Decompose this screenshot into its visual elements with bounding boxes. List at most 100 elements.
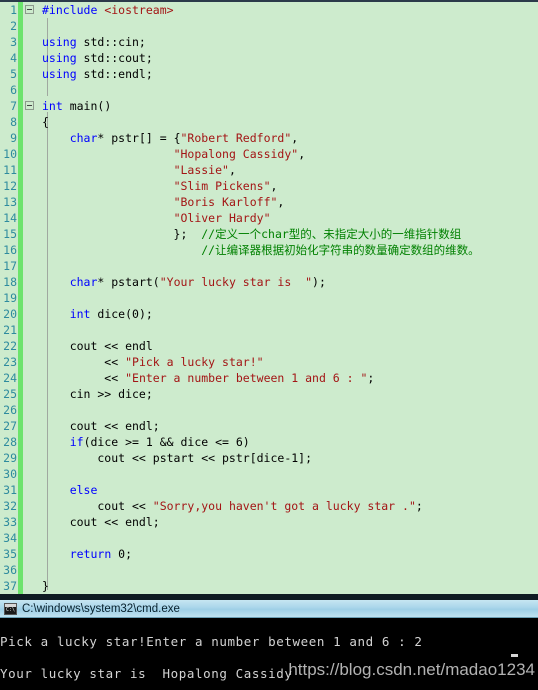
code-text: << "Enter a number between 1 and 6 : "; bbox=[42, 370, 374, 386]
line-number: 7 bbox=[10, 99, 17, 113]
code-line[interactable]: 25 cin >> dice; bbox=[0, 386, 538, 402]
code-line[interactable]: 9 char* pstr[] = {"Robert Redford", bbox=[0, 130, 538, 146]
line-number: 11 bbox=[3, 163, 17, 177]
code-token-cmt: //定义一个char型的、未指定大小的一维指针数组 bbox=[201, 227, 462, 241]
code-line[interactable]: 30 bbox=[0, 466, 538, 482]
line-number: 33 bbox=[3, 515, 17, 529]
code-token-plain: (dice >= 1 && dice <= 6) bbox=[83, 435, 250, 449]
code-text: << "Pick a lucky star!" bbox=[42, 354, 263, 370]
code-token-kw: else bbox=[69, 483, 98, 497]
code-line[interactable]: 36 bbox=[0, 562, 538, 578]
code-token-kw: using bbox=[42, 67, 77, 81]
code-text: int main() bbox=[42, 98, 111, 114]
code-line[interactable]: 15 }; //定义一个char型的、未指定大小的一维指针数组 bbox=[0, 226, 538, 242]
code-line[interactable]: 24 << "Enter a number between 1 and 6 : … bbox=[0, 370, 538, 386]
code-token-plain: cout << endl bbox=[42, 339, 153, 353]
code-token-kw: return bbox=[69, 547, 112, 561]
code-text: cout << endl bbox=[42, 338, 153, 354]
code-token-plain: cout << pstart << pstr[dice-1]; bbox=[42, 451, 313, 465]
code-editor-pane[interactable]: 1 #include <iostream> 2 3 using std::cin; 4 us… bbox=[0, 0, 538, 594]
code-line[interactable]: 16 //让编译器根据初始化字符串的数量确定数组的维数。 bbox=[0, 242, 538, 258]
code-line[interactable]: 22 cout << endl bbox=[0, 338, 538, 354]
code-line[interactable]: 35 return 0; bbox=[0, 546, 538, 562]
code-line[interactable]: 31 else bbox=[0, 482, 538, 498]
code-line[interactable]: 29 cout << pstart << pstr[dice-1]; bbox=[0, 450, 538, 466]
code-line[interactable]: 6 bbox=[0, 82, 538, 98]
code-token-plain: , bbox=[228, 163, 236, 177]
code-token-kw: using bbox=[42, 35, 77, 49]
code-line[interactable]: 7 int main() bbox=[0, 98, 538, 114]
code-line[interactable]: 37} bbox=[0, 578, 538, 594]
code-token-plain: std::cin; bbox=[76, 35, 146, 49]
code-token-plain: << bbox=[42, 355, 126, 369]
line-number: 18 bbox=[3, 275, 17, 289]
code-line[interactable]: 23 << "Pick a lucky star!" bbox=[0, 354, 538, 370]
code-token-plain: cout << endl; bbox=[42, 419, 160, 433]
code-token-kw: int bbox=[69, 307, 91, 321]
code-line[interactable]: 10 "Hopalong Cassidy", bbox=[0, 146, 538, 162]
code-line[interactable]: 28 if(dice >= 1 && dice <= 6) bbox=[0, 434, 538, 450]
code-token-plain: , bbox=[291, 131, 299, 145]
code-line[interactable]: 26 bbox=[0, 402, 538, 418]
collapse-minus-icon[interactable] bbox=[25, 101, 34, 110]
code-line[interactable]: 1 #include <iostream> bbox=[0, 2, 538, 18]
code-token-plain: }; bbox=[42, 227, 202, 241]
line-number: 27 bbox=[3, 419, 17, 433]
line-number: 3 bbox=[10, 35, 17, 49]
line-number: 36 bbox=[3, 563, 17, 577]
code-line[interactable]: 5 using std::endl; bbox=[0, 66, 538, 82]
code-text: cout << pstart << pstr[dice-1]; bbox=[42, 450, 312, 466]
code-text: using std::cin; bbox=[42, 34, 146, 50]
watermark-text: https://blog.csdn.net/madao1234 bbox=[288, 660, 535, 679]
code-line[interactable]: 20 int dice(0); bbox=[0, 306, 538, 322]
code-text: }; //定义一个char型的、未指定大小的一维指针数组 bbox=[42, 226, 462, 242]
code-line[interactable]: 33 cout << endl; bbox=[0, 514, 538, 530]
line-number: 16 bbox=[3, 243, 17, 257]
collapse-minus-icon[interactable] bbox=[25, 5, 34, 14]
code-line[interactable]: 12 "Slim Pickens", bbox=[0, 178, 538, 194]
code-text: int dice(0); bbox=[42, 306, 153, 322]
code-line[interactable]: 13 "Boris Karloff", bbox=[0, 194, 538, 210]
line-number: 8 bbox=[10, 115, 17, 129]
code-line[interactable]: 27 cout << endl; bbox=[0, 418, 538, 434]
line-number: 32 bbox=[3, 499, 17, 513]
code-line[interactable]: 19 bbox=[0, 290, 538, 306]
console-title-bar[interactable]: C:\ C:\windows\system32\cmd.exe bbox=[0, 600, 538, 618]
code-line[interactable]: 2 bbox=[0, 18, 538, 34]
code-text: } bbox=[42, 578, 49, 594]
code-line[interactable]: 32 cout << "Sorry,you haven't got a luck… bbox=[0, 498, 538, 514]
code-line[interactable]: 21 bbox=[0, 322, 538, 338]
code-line[interactable]: 14 "Oliver Hardy" bbox=[0, 210, 538, 226]
line-number: 5 bbox=[10, 67, 17, 81]
code-line[interactable]: 17 bbox=[0, 258, 538, 274]
code-token-kw: char bbox=[69, 275, 98, 289]
line-number: 30 bbox=[3, 467, 17, 481]
code-line[interactable]: 34 bbox=[0, 530, 538, 546]
code-line[interactable]: 4 using std::cout; bbox=[0, 50, 538, 66]
code-line[interactable]: 8{ bbox=[0, 114, 538, 130]
code-token-kw: char bbox=[69, 131, 98, 145]
code-line[interactable]: 3 using std::cin; bbox=[0, 34, 538, 50]
code-token-kw: if bbox=[69, 435, 84, 449]
code-text: #include <iostream> bbox=[42, 2, 174, 18]
code-text: //让编译器根据初始化字符串的数量确定数组的维数。 bbox=[42, 242, 479, 258]
code-line[interactable]: 11 "Lassie", bbox=[0, 162, 538, 178]
code-line[interactable]: 18 char* pstart("Your lucky star is "); bbox=[0, 274, 538, 290]
code-token-kw: int bbox=[42, 99, 63, 113]
code-text: return 0; bbox=[42, 546, 132, 562]
code-token-plain: , bbox=[270, 179, 278, 193]
code-token-str: "Boris Karloff" bbox=[173, 195, 278, 209]
code-text: "Boris Karloff", bbox=[42, 194, 285, 210]
code-token-plain: cout << endl; bbox=[42, 515, 160, 529]
code-text: else bbox=[42, 482, 98, 498]
console-output-line: Pick a lucky star!Enter a number between… bbox=[0, 634, 423, 649]
code-text: "Oliver Hardy" bbox=[42, 210, 271, 226]
code-token-plain: dice(0); bbox=[90, 307, 153, 321]
line-number: 34 bbox=[3, 531, 17, 545]
